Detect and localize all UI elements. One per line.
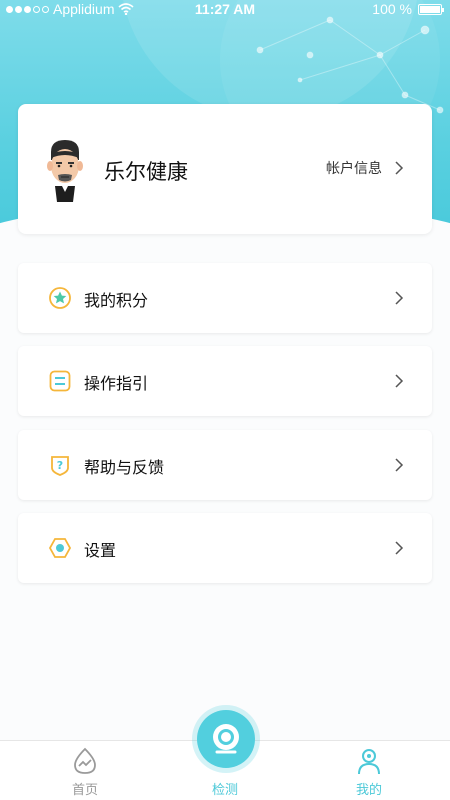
status-right: 100 % (372, 1, 444, 17)
menu-item-help[interactable]: ? 帮助与反馈 (18, 430, 432, 500)
person-icon (358, 749, 380, 775)
settings-hexagon-icon (48, 538, 72, 558)
battery-icon (418, 3, 444, 15)
tab-mine[interactable]: 我的 (319, 741, 419, 800)
home-drop-icon (74, 747, 96, 774)
points-star-icon (49, 287, 71, 309)
chevron-right-icon (395, 374, 404, 388)
profile-card[interactable]: 乐尔健康 帐户信息 (18, 104, 432, 234)
menu-label: 设置 (84, 541, 117, 560)
camera-icon (213, 724, 239, 754)
guide-list-icon (49, 370, 71, 392)
account-info-label: 帐户信息 (326, 161, 382, 177)
detect-button[interactable] (197, 710, 255, 768)
menu-item-guide[interactable]: 操作指引 (18, 346, 432, 416)
menu-label: 我的积分 (84, 291, 149, 310)
menu-item-settings[interactable]: 设置 (18, 513, 432, 583)
avatar (47, 140, 83, 202)
tab-detect-label: 检测 (211, 783, 238, 798)
menu-label: 操作指引 (84, 374, 149, 393)
chevron-right-icon (395, 291, 404, 305)
profile-name: 乐尔健康 (104, 160, 188, 184)
svg-text:?: ? (57, 459, 63, 472)
menu-item-points[interactable]: 我的积分 (18, 263, 432, 333)
status-bar: Applidium 11:27 AM 100 % (0, 0, 450, 20)
tab-home[interactable]: 首页 (35, 741, 135, 800)
help-question-icon: ? (51, 456, 69, 476)
battery-percent: 100 % (372, 1, 412, 17)
account-info-link[interactable]: 帐户信息 (326, 158, 404, 178)
menu-label: 帮助与反馈 (84, 458, 165, 477)
chevron-right-icon (395, 458, 404, 472)
chevron-right-icon (395, 161, 404, 175)
tab-home-label: 首页 (71, 783, 98, 798)
tab-mine-label: 我的 (355, 783, 382, 798)
chevron-right-icon (395, 541, 404, 555)
